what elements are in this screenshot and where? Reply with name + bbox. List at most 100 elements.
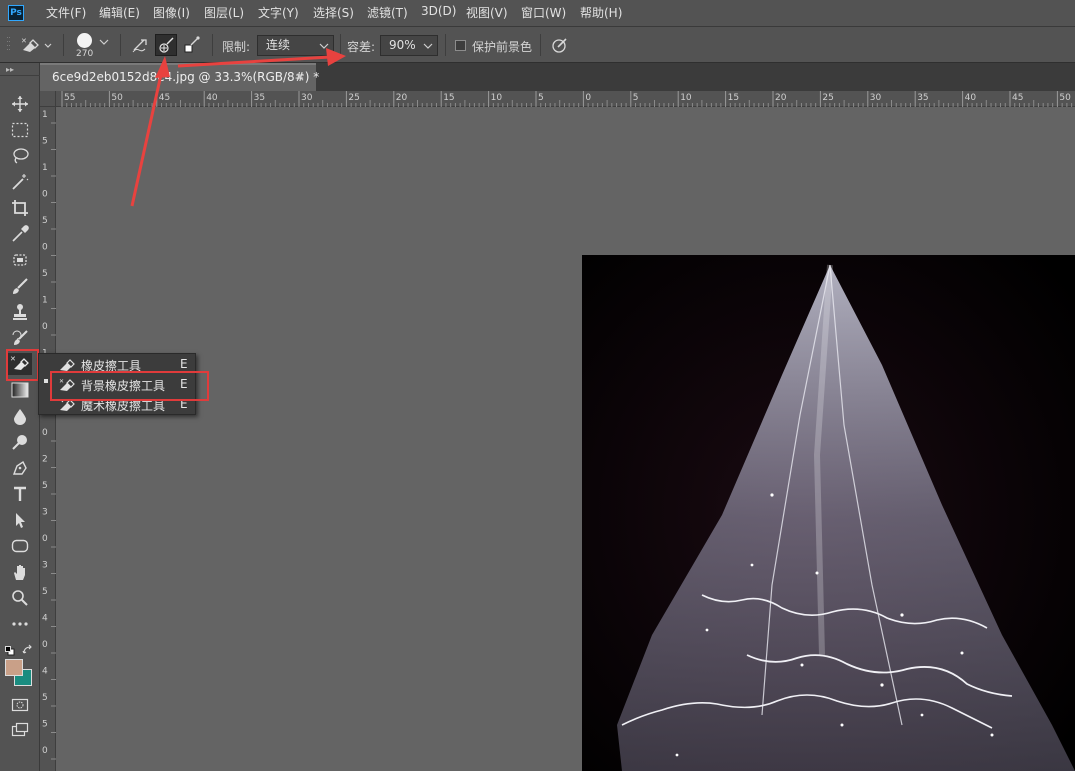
dodge-icon	[12, 435, 27, 450]
tolerance-field[interactable]: 90%	[380, 35, 438, 56]
menu-image[interactable]: 图像(I)	[153, 4, 190, 21]
ruler-label: 5	[42, 216, 48, 226]
menu-view[interactable]: 视图(V)	[466, 4, 508, 21]
ruler-label: 1	[42, 163, 48, 173]
gradient-tool[interactable]	[8, 379, 32, 401]
ruler-label: 40	[206, 93, 218, 103]
magic-wand-icon	[12, 174, 29, 190]
vertical-ruler: 1510505101520253035404550	[40, 107, 56, 771]
menu-window[interactable]: 窗口(W)	[521, 4, 566, 21]
sampling-background-swatch-icon	[184, 36, 200, 53]
menu-type[interactable]: 文字(Y)	[258, 4, 299, 21]
ruler-label: 5	[42, 720, 48, 730]
tools-panel: ▸▸ ✕	[0, 63, 40, 771]
brush-tool[interactable]	[8, 275, 32, 297]
screen-mode-icon	[11, 722, 29, 737]
dodge-tool[interactable]	[8, 431, 32, 453]
menu-help[interactable]: 帮助(H)	[580, 4, 622, 21]
ruler-label: 1	[42, 110, 48, 120]
history-brush-tool[interactable]	[8, 327, 32, 349]
path-selection-tool[interactable]	[8, 509, 32, 531]
shape-tool[interactable]	[8, 535, 32, 557]
menu-3d[interactable]: 3D(D)	[421, 4, 456, 18]
pen-icon	[12, 460, 27, 475]
ruler-label: 3	[42, 561, 48, 571]
hand-icon	[14, 565, 25, 580]
canvas-image-veil[interactable]	[582, 255, 1075, 771]
ruler-label: 20	[775, 93, 787, 103]
default-colors-icon[interactable]	[5, 641, 15, 656]
zoom-tool[interactable]	[8, 587, 32, 609]
horizontal-ruler: 55 50 45 40 35 30 25 20 15 10 5 0 5 10 15 20 25 30 35 40 45 5…	[40, 91, 1075, 107]
collapse-panel-icon[interactable]: ▸▸	[6, 65, 14, 74]
ruler-label: 10	[680, 93, 692, 103]
crop-tool[interactable]	[8, 197, 32, 219]
quick-mask-button[interactable]	[8, 694, 32, 716]
lasso-icon	[13, 148, 29, 164]
ruler-label: 0	[42, 190, 48, 200]
clone-stamp-tool[interactable]	[8, 301, 32, 323]
chevron-down-icon	[423, 43, 433, 49]
magic-wand-tool[interactable]	[8, 171, 32, 193]
ruler-label: 30	[870, 93, 882, 103]
ruler-label: 40	[965, 93, 977, 103]
lasso-tool[interactable]	[8, 145, 32, 167]
separator	[63, 34, 64, 56]
history-brush-icon	[12, 330, 28, 345]
marquee-tool[interactable]	[8, 119, 32, 141]
limit-dropdown-value: 连续	[266, 38, 291, 52]
menu-file[interactable]: 文件(F)	[46, 4, 86, 21]
ruler-label: 15	[443, 93, 454, 103]
sampling-background-swatch-button[interactable]	[181, 34, 203, 56]
menu-select[interactable]: 选择(S)	[313, 4, 354, 21]
ruler-label: 55	[64, 93, 75, 103]
separator	[120, 34, 121, 56]
sampling-once-button[interactable]	[155, 34, 177, 56]
hand-tool[interactable]	[8, 561, 32, 583]
healing-brush-tool[interactable]	[8, 249, 32, 271]
ruler-label: 20	[396, 93, 408, 103]
rectangular-marquee-icon	[11, 122, 29, 138]
background-eraser-preset-icon: ✕	[21, 37, 52, 52]
background-eraser-highlight	[50, 371, 209, 401]
brush-size-picker[interactable]: 270	[74, 32, 112, 62]
limit-dropdown[interactable]: 连续	[257, 35, 334, 56]
pen-tool[interactable]	[8, 457, 32, 479]
blur-tool[interactable]	[8, 405, 32, 427]
ruler-label: 5	[538, 93, 544, 103]
pressure-size-button[interactable]	[549, 34, 571, 56]
foreground-color-swatch[interactable]	[5, 659, 23, 676]
tool-preset-picker[interactable]: ✕	[18, 34, 52, 56]
tolerance-value: 90%	[389, 38, 416, 52]
ruler-label: 1	[42, 296, 48, 306]
clone-stamp-icon	[13, 304, 27, 320]
swap-colors-icon[interactable]	[22, 641, 34, 654]
zoom-icon	[12, 590, 28, 606]
close-tab-icon[interactable]: ×	[295, 70, 305, 84]
menu-layer[interactable]: 图层(L)	[204, 4, 244, 21]
sampling-once-icon	[159, 37, 174, 53]
type-icon	[14, 486, 26, 501]
limit-label: 限制:	[222, 40, 251, 54]
tolerance-label: 容差:	[347, 40, 376, 54]
ruler-label: 5	[42, 269, 48, 279]
move-tool[interactable]	[8, 93, 32, 115]
path-selection-icon	[16, 513, 25, 528]
ruler-label: 0	[42, 746, 48, 756]
ruler-origin[interactable]	[40, 91, 56, 107]
separator	[540, 34, 541, 56]
ruler-label: 35	[254, 93, 265, 103]
eraser-tool[interactable]: ✕	[8, 353, 32, 375]
sampling-continuous-button[interactable]	[130, 34, 152, 56]
menu-filter[interactable]: 滤镜(T)	[367, 4, 408, 21]
type-tool[interactable]	[8, 483, 32, 505]
healing-brush-icon	[13, 254, 27, 266]
document-tab[interactable]: 6ce9d2eb0152d8e4.jpg @ 33.3%(RGB/8#) * ×	[40, 63, 319, 91]
menu-edit[interactable]: 编辑(E)	[99, 4, 140, 21]
protect-foreground-checkbox[interactable]	[455, 40, 466, 51]
edit-toolbar-button[interactable]	[8, 613, 32, 635]
eyedropper-tool[interactable]	[8, 223, 32, 245]
screen-mode-button[interactable]	[8, 719, 32, 741]
chevron-down-icon	[319, 43, 329, 49]
ruler-label: 3	[42, 508, 48, 518]
